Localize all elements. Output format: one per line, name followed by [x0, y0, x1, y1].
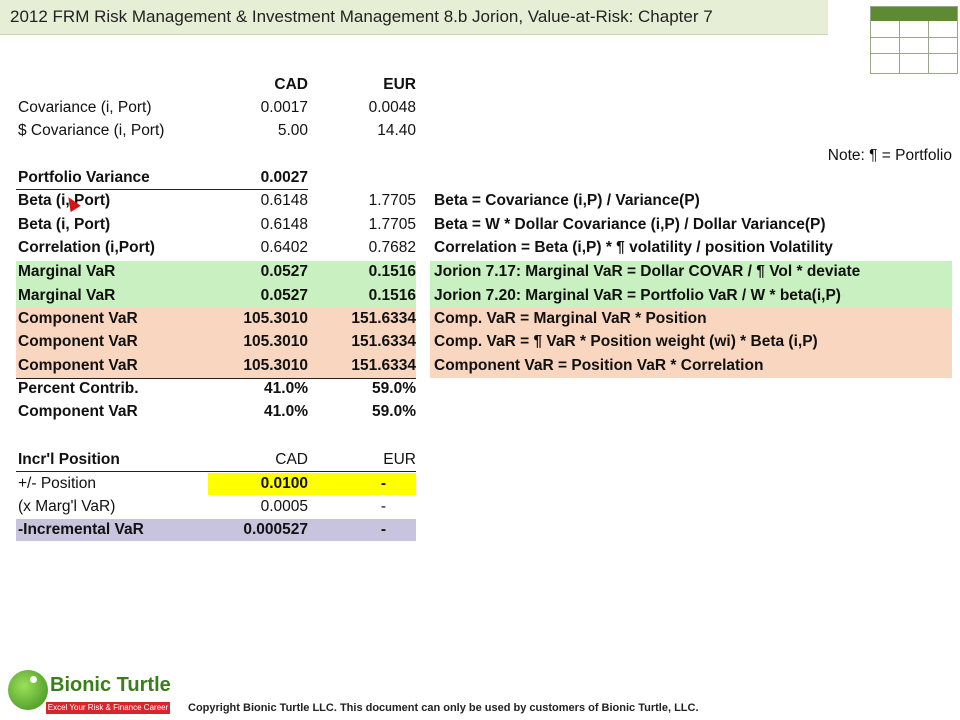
component-var-cad-2: 105.3010	[243, 333, 308, 350]
component-var-label-2: Component VaR	[18, 333, 138, 350]
correlation-cad: 0.6402	[260, 239, 308, 256]
incremental-var-cad: 0.000527	[243, 521, 308, 538]
beta-formula-2: Beta = W * Dollar Covariance (i,P) / Dol…	[434, 216, 826, 233]
incr-position-header: Incr'l Position	[18, 451, 120, 468]
percent-contrib-label: Percent Contrib.	[18, 380, 139, 397]
title-bar: 2012 FRM Risk Management & Investment Ma…	[0, 0, 828, 35]
marginal-var-formula-2: Jorion 7.20: Marginal VaR = Portfolio Va…	[434, 287, 841, 304]
component-var-eur-1: 151.6334	[351, 310, 416, 327]
copyright-notice: Copyright Bionic Turtle LLC. This docume…	[188, 702, 699, 714]
component-var-formula-3: Component VaR = Position VaR * Correlati…	[434, 357, 764, 374]
covariance-label: Covariance (i, Port)	[18, 99, 152, 116]
logo-name: Bionic Turtle	[50, 674, 171, 696]
marginal-var-mult-cad: 0.0005	[260, 498, 308, 515]
correlation-eur: 0.7682	[368, 239, 416, 256]
beta-formula-1: Beta = Covariance (i,P) / Variance(P)	[434, 192, 700, 209]
spreadsheet-icon	[870, 6, 958, 74]
dollar-covariance-label: $ Covariance (i, Port)	[18, 122, 165, 139]
turtle-icon	[8, 670, 48, 710]
marginal-var-cad-1: 0.0527	[260, 263, 308, 280]
component-var-formula-2: Comp. VaR = ¶ VaR * Position weight (wi)…	[434, 333, 818, 350]
component-var-eur-4: 59.0%	[372, 403, 416, 420]
marginal-var-mult-eur: -	[380, 498, 386, 515]
portfolio-variance-label: Portfolio Variance	[18, 169, 150, 186]
slide-title: 2012 FRM Risk Management & Investment Ma…	[10, 7, 713, 26]
marginal-var-formula-1: Jorion 7.17: Marginal VaR = Dollar COVAR…	[434, 263, 861, 280]
covariance-eur: 0.0048	[368, 99, 416, 116]
component-var-cad-4: 41.0%	[264, 403, 308, 420]
beta-eur-2: 1.7705	[368, 216, 416, 233]
dollar-covariance-eur: 14.40	[377, 122, 416, 139]
beta-eur-1: 1.7705	[368, 192, 416, 209]
header-cad: CAD	[274, 76, 308, 93]
incremental-var-label: -Incremental VaR	[18, 521, 144, 538]
marginal-var-mult-label: (x Marg'l VaR)	[18, 498, 116, 515]
correlation-label: Correlation (i,Port)	[18, 239, 155, 256]
portfolio-note: Note: ¶ = Portfolio	[827, 147, 952, 164]
correlation-formula: Correlation = Beta (i,P) * ¶ volatility …	[434, 239, 833, 256]
marginal-var-eur-1: 0.1516	[368, 263, 416, 280]
beta-cad-2: 0.6148	[260, 216, 308, 233]
logo-tagline: Excel Your Risk & Finance Career	[46, 702, 170, 714]
component-var-cad-3: 105.3010	[243, 357, 308, 374]
beta-cad-1: 0.6148	[260, 192, 308, 209]
position-change-label: +/- Position	[18, 475, 96, 492]
component-var-label-1: Component VaR	[18, 310, 138, 327]
percent-contrib-eur: 59.0%	[372, 380, 416, 397]
incr-header-eur: EUR	[383, 451, 416, 468]
percent-contrib-cad: 41.0%	[264, 380, 308, 397]
component-var-formula-1: Comp. VaR = Marginal VaR * Position	[434, 310, 707, 327]
component-var-eur-3: 151.6334	[351, 357, 416, 374]
incr-header-cad: CAD	[275, 451, 308, 468]
component-var-label-3: Component VaR	[18, 357, 138, 374]
incremental-var-eur: -	[380, 521, 386, 538]
incremental-header-rule	[16, 471, 416, 472]
bionic-turtle-logo: Bionic Turtle Excel Your Risk & Finance …	[6, 666, 172, 718]
dollar-covariance-cad: 5.00	[277, 122, 308, 139]
beta-label-2: Beta (i, Port)	[18, 216, 111, 233]
component-var-cad-1: 105.3010	[243, 310, 308, 327]
covariance-cad: 0.0017	[260, 99, 308, 116]
marginal-var-cad-2: 0.0527	[260, 287, 308, 304]
component-var-label-4: Component VaR	[18, 403, 138, 420]
marginal-var-label-2: Marginal VaR	[18, 287, 116, 304]
position-change-cad[interactable]: 0.0100	[210, 473, 308, 495]
marginal-var-label-1: Marginal VaR	[18, 263, 116, 280]
position-change-eur[interactable]: -	[320, 473, 386, 495]
portfolio-variance-cad: 0.0027	[260, 169, 308, 186]
header-eur: EUR	[383, 76, 416, 93]
component-var-eur-2: 151.6334	[351, 333, 416, 350]
marginal-var-eur-2: 0.1516	[368, 287, 416, 304]
